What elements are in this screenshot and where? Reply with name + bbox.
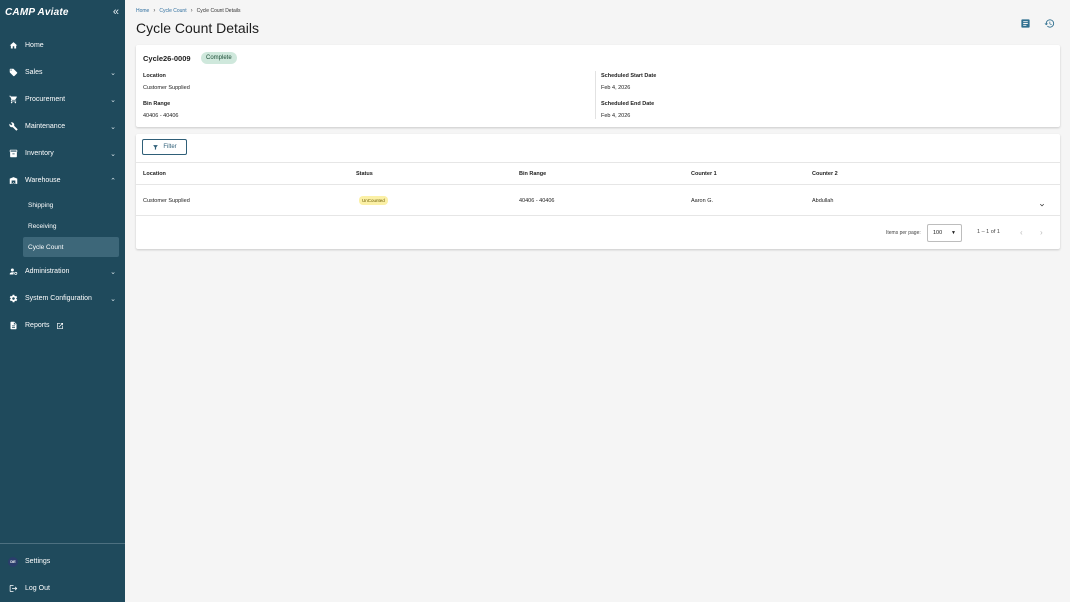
- bin-range-value: 40406 - 40406: [143, 113, 179, 119]
- breadcrumb: Home › Cycle Count › Cycle Count Details: [136, 8, 240, 14]
- expand-row-icon[interactable]: [1038, 196, 1046, 207]
- sidebar-item-settings[interactable]: DE Settings: [0, 548, 125, 575]
- bin-range-label: Bin Range: [143, 101, 171, 107]
- column-header-bin-range[interactable]: Bin Range: [519, 171, 546, 177]
- sidebar-item-label: Maintenance: [25, 123, 66, 130]
- page-actions: [1020, 16, 1055, 28]
- table-row[interactable]: Customer Supplied UnCounted 40406 - 4040…: [136, 185, 1060, 216]
- cell-location: Customer Supplied: [143, 198, 190, 204]
- inventory-icon: [8, 149, 18, 159]
- report-icon: [8, 321, 18, 331]
- cell-counter-2: Abdullah: [812, 198, 834, 204]
- start-date-value: Feb 4, 2026: [601, 85, 631, 91]
- next-page-button[interactable]: ›: [1040, 228, 1043, 237]
- column-header-counter-1[interactable]: Counter 1: [691, 171, 717, 177]
- cell-bin-range: 40406 - 40406: [519, 198, 555, 204]
- sidebar-item-label: System Configuration: [25, 295, 92, 302]
- sidebar-footer: DE Settings Log Out: [0, 543, 125, 602]
- filter-icon: [153, 144, 159, 150]
- cycle-count-id: Cycle26-0009: [143, 54, 191, 63]
- breadcrumb-cycle-count[interactable]: Cycle Count: [159, 8, 186, 14]
- status-chip: UnCounted: [359, 196, 388, 205]
- main-content: Home › Cycle Count › Cycle Count Details…: [125, 0, 1070, 602]
- logout-icon: [8, 584, 18, 594]
- chevron-down-icon: ⌄: [110, 96, 116, 104]
- chevron-right-icon: ›: [190, 8, 193, 14]
- chevron-up-icon: ⌃: [110, 177, 116, 185]
- collapse-sidebar-icon[interactable]: «: [113, 6, 119, 18]
- sidebar-subitem-shipping[interactable]: Shipping: [23, 195, 119, 215]
- sidebar-item-warehouse[interactable]: Warehouse ⌃: [0, 167, 125, 194]
- bins-table-card: Filter Location Status Bin Range Counter…: [136, 134, 1060, 249]
- sidebar-item-label: Home: [25, 42, 44, 49]
- chevron-down-icon: ⌄: [110, 295, 116, 303]
- logo-row: CAMP Aviate «: [0, 0, 125, 24]
- logo: CAMP Aviate: [5, 6, 69, 18]
- wrench-icon: [8, 122, 18, 132]
- chevron-down-icon: ⌄: [110, 268, 116, 276]
- page-range: 1 – 1 of 1: [977, 229, 1000, 235]
- sidebar-item-administration[interactable]: Administration ⌄: [0, 258, 125, 285]
- chevron-right-icon: ›: [153, 8, 156, 14]
- items-per-page-select[interactable]: 100 ▼: [927, 224, 962, 242]
- sidebar-item-inventory[interactable]: Inventory ⌄: [0, 140, 125, 167]
- sidebar-item-sales[interactable]: Sales ⌄: [0, 59, 125, 86]
- sidebar-item-label: Warehouse: [25, 177, 61, 184]
- paginator: Items per page: 100 ▼ 1 – 1 of 1 ‹ ›: [136, 216, 1060, 249]
- home-icon: [8, 41, 18, 51]
- sidebar-subitem-cycle-count[interactable]: Cycle Count: [23, 237, 119, 257]
- chevron-down-icon: ⌄: [110, 150, 116, 158]
- history-icon[interactable]: [1044, 16, 1055, 28]
- sidebar: CAMP Aviate « Home Sales ⌄ Procurement ⌄: [0, 0, 125, 602]
- previous-page-button[interactable]: ‹: [1020, 228, 1023, 237]
- breadcrumb-current: Cycle Count Details: [196, 8, 241, 14]
- start-date-label: Scheduled Start Date: [601, 73, 657, 79]
- items-per-page-label: Items per page:: [886, 230, 921, 236]
- items-per-page-value: 100: [933, 230, 943, 236]
- sidebar-item-procurement[interactable]: Procurement ⌄: [0, 86, 125, 113]
- sidebar-nav: Home Sales ⌄ Procurement ⌄ Maintenance ⌄: [0, 32, 125, 339]
- admin-icon: [8, 267, 18, 277]
- filter-label: Filter: [163, 144, 177, 150]
- breadcrumb-home[interactable]: Home: [136, 8, 149, 14]
- location-label: Location: [143, 73, 166, 79]
- dropdown-arrow-icon: ▼: [951, 230, 956, 236]
- table-header: Location Status Bin Range Counter 1 Coun…: [136, 162, 1060, 185]
- status-badge: Complete: [201, 52, 237, 64]
- end-date-value: Feb 4, 2026: [601, 113, 631, 119]
- sidebar-item-label: Sales: [25, 69, 43, 76]
- sidebar-item-label: Inventory: [25, 150, 54, 157]
- sidebar-item-label: Procurement: [25, 96, 66, 103]
- warehouse-icon: [8, 176, 18, 186]
- chevron-down-icon: ⌄: [110, 123, 116, 131]
- column-header-location[interactable]: Location: [143, 171, 166, 177]
- column-header-status[interactable]: Status: [356, 171, 373, 177]
- sidebar-item-home[interactable]: Home: [0, 32, 125, 59]
- sidebar-item-system-configuration[interactable]: System Configuration ⌄: [0, 285, 125, 312]
- sidebar-item-label: Administration: [25, 268, 70, 275]
- page-title: Cycle Count Details: [136, 20, 259, 36]
- location-value: Customer Supplied: [143, 85, 190, 91]
- chevron-down-icon: ⌄: [110, 69, 116, 77]
- cycle-count-summary-card: Cycle26-0009 Complete Location Customer …: [136, 45, 1060, 127]
- sidebar-item-logout[interactable]: Log Out: [0, 575, 125, 602]
- filter-button[interactable]: Filter: [142, 139, 187, 155]
- notes-icon[interactable]: [1020, 16, 1031, 28]
- cell-counter-1: Aaron G.: [691, 198, 714, 204]
- sidebar-item-reports[interactable]: Reports: [0, 312, 125, 339]
- sidebar-item-label: Log Out: [25, 585, 50, 592]
- avatar: DE: [8, 556, 18, 567]
- column-header-counter-2[interactable]: Counter 2: [812, 171, 838, 177]
- sidebar-item-label: Settings: [25, 558, 51, 565]
- end-date-label: Scheduled End Date: [601, 101, 655, 107]
- external-link-icon: [56, 322, 64, 330]
- sidebar-item-maintenance[interactable]: Maintenance ⌄: [0, 113, 125, 140]
- cart-icon: [8, 95, 18, 105]
- tag-icon: [8, 68, 18, 78]
- divider: [595, 71, 596, 119]
- gear-icon: [8, 294, 18, 304]
- sidebar-item-label: Reports: [25, 322, 50, 329]
- sidebar-subitem-receiving[interactable]: Receiving: [23, 216, 119, 236]
